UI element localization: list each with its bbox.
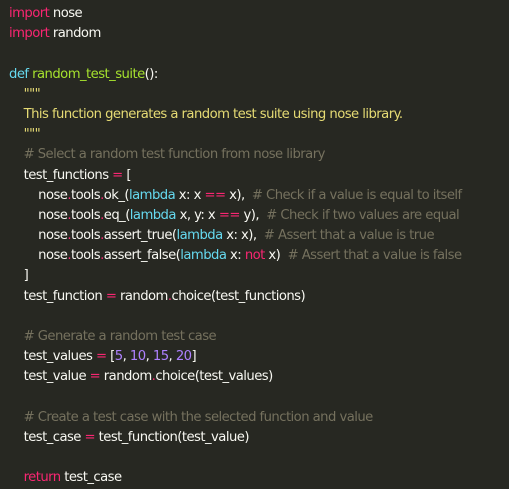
code-token: test_case [9, 429, 85, 445]
code-token: # Check if a value is equal to itself [251, 187, 462, 203]
code-token: nose [49, 6, 83, 21]
code-token: eq_( [103, 207, 131, 223]
code-token: # Create a test case with the selected f… [9, 409, 374, 425]
code-token: = [84, 429, 96, 445]
code-token: tools [71, 187, 101, 203]
code-token: == [218, 207, 241, 223]
code-token: test_value [9, 369, 90, 385]
code-token: x: x), [222, 228, 264, 244]
code-line: test_case = test_function(test_value) [9, 428, 509, 448]
code-token: test_function [9, 288, 106, 304]
code-token: , [145, 349, 153, 365]
code-token: # Select a random test function from nos… [9, 147, 326, 163]
code-token: nose [9, 248, 68, 264]
code-token: assert_true( [103, 228, 177, 244]
code-token: (): [144, 66, 159, 82]
code-token: 15 [152, 349, 169, 365]
code-token: test_functions [9, 167, 113, 183]
code-line: import nose [9, 4, 509, 24]
code-line: test_value = random.choice(test_values) [9, 367, 509, 387]
code-token: x), [225, 187, 252, 203]
code-token: [ [122, 167, 131, 183]
code-token: assert_false( [103, 248, 181, 264]
code-token: This function generates a random test su… [9, 106, 404, 122]
code-token: ] [191, 349, 197, 365]
code-line: nose.tools.assert_true(lambda x: x), # A… [9, 226, 509, 246]
code-token: nose [9, 187, 68, 203]
code-token: not [244, 248, 266, 264]
code-line: nose.tools.ok_(lambda x: x == x), # Chec… [9, 186, 509, 206]
code-line: test_function = random.choice(test_funct… [9, 287, 509, 307]
code-token: x) [264, 248, 288, 264]
code-token: random_test_suite [32, 66, 145, 82]
code-token: test_function(test_value) [95, 429, 250, 445]
code-token: random [49, 26, 101, 42]
code-line: return test_case [9, 468, 509, 488]
code-token: ok_( [103, 187, 130, 203]
code-token: return [9, 470, 62, 486]
code-token: def [9, 66, 29, 82]
code-token: # Check if two values are equal [266, 207, 460, 223]
code-line: # Select a random test function from nos… [9, 145, 509, 165]
code-token: # Generate a random test case [9, 329, 217, 344]
code-token: import [9, 26, 50, 42]
code-token: tools [71, 248, 101, 264]
code-token: lambda [176, 228, 224, 244]
code-token: 20 [175, 349, 192, 365]
code-line: # Create a test case with the selected f… [9, 408, 509, 428]
code-line: ] [9, 266, 509, 286]
code-line: nose.tools.assert_false(lambda x: not x)… [9, 246, 509, 266]
code-token: = [112, 167, 123, 183]
code-token: lambda [129, 207, 177, 223]
code-token: lambda [129, 187, 176, 203]
code-token: x: x [175, 187, 205, 203]
code-token: y), [239, 207, 267, 223]
code-token: test_case [60, 470, 122, 486]
code-token: = [89, 369, 101, 385]
code-line: This function generates a random test su… [9, 105, 509, 125]
code-token: choice(test_values) [155, 369, 273, 385]
code-line: import random [9, 24, 509, 44]
code-token: """ [9, 127, 41, 143]
code-token: nose [9, 228, 68, 244]
code-token: test_values [9, 349, 96, 365]
code-token: , [122, 349, 130, 365]
code-token: , [168, 349, 176, 365]
code-line: """ [9, 125, 509, 145]
code-line: test_functions = [ [9, 166, 509, 186]
code-editor[interactable]: import nose import random def random_test… [0, 0, 509, 485]
code-token: 10 [129, 349, 146, 365]
code-token: lambda [180, 248, 227, 264]
code-token: random [100, 369, 152, 385]
code-token: 5 [114, 349, 123, 365]
code-line: """ [9, 85, 509, 105]
code-token: # Assert that a value is true [263, 228, 435, 244]
code-token: [ [106, 349, 115, 365]
code-line: # Generate a random test case [9, 327, 509, 347]
code-token: """ [9, 86, 41, 102]
code-token: = [95, 349, 107, 365]
code-token: nose [9, 207, 68, 223]
code-token: = [105, 288, 117, 304]
code-token: == [204, 187, 226, 203]
code-token: x, y: x [175, 207, 219, 223]
code-token: random [116, 288, 168, 304]
code-token: choice(test_functions) [171, 288, 306, 304]
code-line: test_values = [5, 10, 15, 20] [9, 347, 509, 367]
code-token: tools [71, 207, 101, 223]
code-line: nose.tools.eq_(lambda x, y: x == y), # C… [9, 206, 509, 226]
code-token: # Assert that a value is false [287, 248, 463, 264]
code-line: def random_test_suite(): [9, 65, 509, 85]
code-token: ] [9, 268, 29, 284]
code-token: x: [226, 248, 245, 264]
code-token: tools [71, 228, 101, 244]
code-token: import [9, 6, 50, 21]
